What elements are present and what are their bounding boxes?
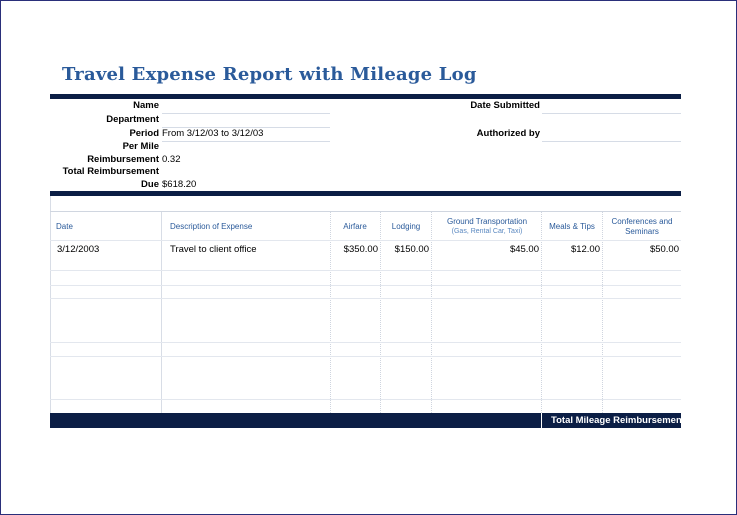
row-line — [50, 356, 681, 357]
col-header-ground-sub: (Gas, Rental Car, Taxi) — [451, 228, 523, 235]
row1-meals[interactable]: $12.00 — [542, 244, 600, 255]
row-line — [50, 399, 681, 400]
total-mileage-reimbursement-label: Total Mileage Reimbursement — [551, 415, 681, 426]
row1-lodging[interactable]: $150.00 — [381, 244, 429, 255]
department-label: Department — [106, 114, 159, 125]
row1-description[interactable]: Travel to client office — [170, 244, 257, 255]
header-bar — [50, 94, 681, 99]
header-underline — [50, 240, 681, 241]
date-submitted-field[interactable] — [542, 113, 681, 114]
section-bar — [50, 191, 681, 196]
row1-conferences[interactable]: $50.00 — [603, 244, 679, 255]
authorized-by-field[interactable] — [542, 141, 681, 142]
due-label: Due — [141, 179, 159, 190]
col-divider-5 — [541, 212, 542, 413]
report-title: Travel Expense Report with Mileage Log — [62, 64, 477, 85]
col-header-conferences: Conferences and Seminars — [611, 217, 673, 236]
row1-date[interactable]: 3/12/2003 — [57, 244, 99, 255]
reimbursement-label: Reimbursement — [87, 154, 159, 165]
col-divider-6 — [602, 212, 603, 413]
row-line — [50, 342, 681, 343]
col-header-meals: Meals & Tips — [549, 222, 595, 231]
col-header-description: Description of Expense — [170, 222, 253, 231]
col-header-lodging: Lodging — [391, 222, 421, 231]
row1-airfare[interactable]: $350.00 — [330, 244, 378, 255]
col-divider-1 — [161, 212, 162, 413]
row-line — [50, 270, 681, 271]
col-divider-2 — [330, 212, 331, 413]
period-label: Period — [129, 128, 159, 139]
row1-ground[interactable]: $45.00 — [432, 244, 539, 255]
name-label: Name — [133, 100, 159, 111]
authorized-by-label: Authorized by — [476, 128, 540, 139]
col-header-date: Date — [56, 222, 73, 231]
total-reimbursement-label: Total Reimbursement — [62, 166, 159, 177]
table-left-border — [50, 196, 51, 413]
table-top-border — [50, 211, 681, 212]
row-line — [50, 298, 681, 299]
col-header-ground: Ground Transportation (Gas, Rental Car, … — [432, 217, 542, 237]
col-divider-4 — [431, 212, 432, 413]
col-header-ground-title: Ground Transportation — [446, 217, 528, 226]
period-underline — [162, 141, 330, 142]
due-value[interactable]: $618.20 — [162, 179, 196, 190]
name-field[interactable] — [162, 113, 330, 114]
period-value[interactable]: From 3/12/03 to 3/12/03 — [162, 128, 263, 139]
col-header-airfare: Airfare — [343, 222, 367, 231]
col-divider-3 — [380, 212, 381, 413]
row-line — [50, 285, 681, 286]
date-submitted-label: Date Submitted — [470, 100, 540, 111]
reimbursement-value[interactable]: 0.32 — [162, 154, 181, 165]
total-divider — [541, 413, 542, 428]
per-mile-label: Per Mile — [122, 141, 159, 152]
